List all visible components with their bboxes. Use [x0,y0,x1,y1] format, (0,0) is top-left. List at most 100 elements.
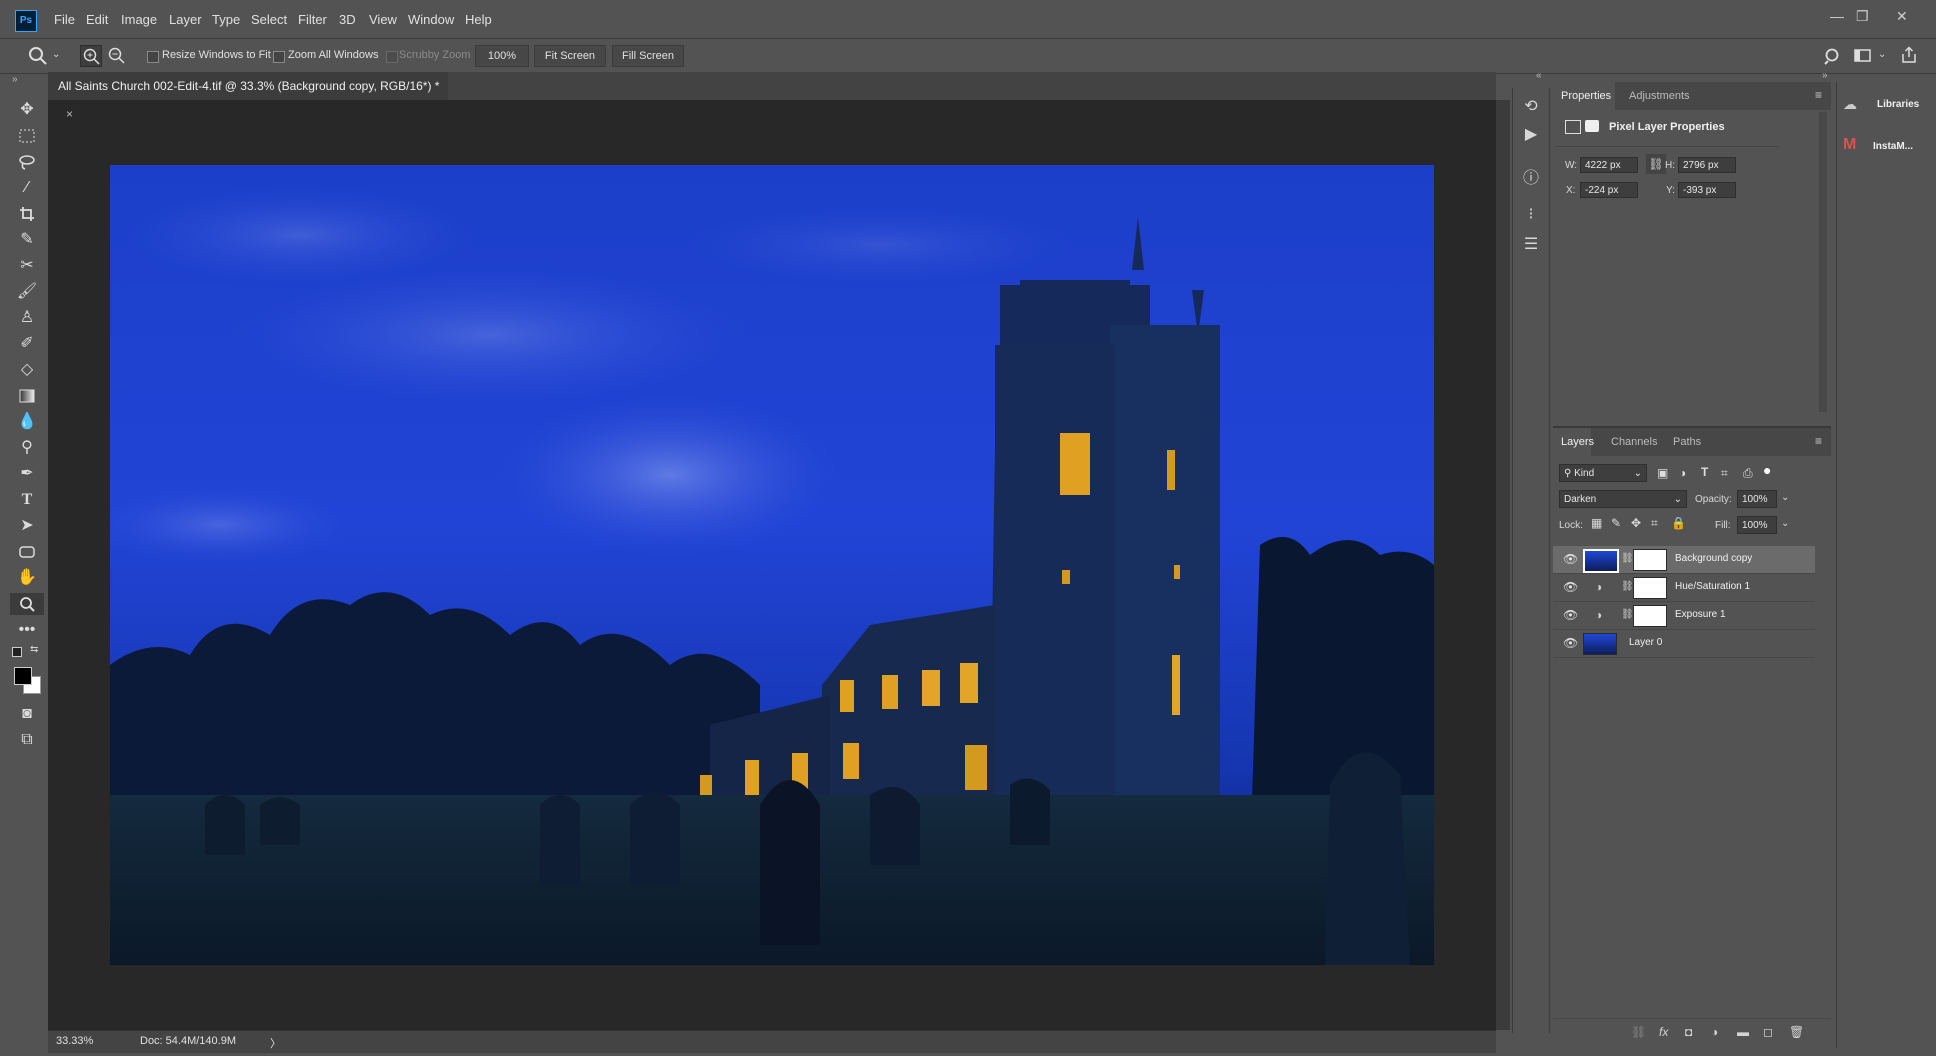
move-tool-icon[interactable]: ✥ [10,99,44,121]
menu-select[interactable]: Select [251,12,287,27]
history-brush-tool-icon[interactable]: ✐ [10,333,44,355]
fx-icon[interactable]: fx [1659,1025,1668,1039]
panel-menu-icon[interactable]: ≡ [1815,434,1822,448]
menu-3d[interactable]: 3D [339,12,356,27]
menu-help[interactable]: Help [465,12,492,27]
lock-position-icon[interactable]: ✥ [1631,516,1641,530]
width-field[interactable]: 4222 px [1580,157,1638,173]
filter-adjustment-icon[interactable]: ◑ [1679,466,1686,480]
healing-brush-tool-icon[interactable]: ✂ [10,255,44,277]
crop-tool-icon[interactable] [10,203,44,225]
layer-name[interactable]: Hue/Saturation 1 [1675,581,1750,592]
layer-name[interactable]: Exposure 1 [1675,609,1726,620]
marquee-tool-icon[interactable] [10,125,44,147]
filter-type-icon[interactable]: T [1701,465,1708,479]
close-tab-icon[interactable]: × [66,107,73,121]
delete-layer-icon[interactable]: 🗑 [1789,1025,1804,1039]
brush-settings-icon[interactable]: ⁝ [1519,204,1543,226]
resize-windows-checkbox[interactable] [147,51,159,63]
search-icon[interactable] [1824,47,1842,65]
chevron-down-icon[interactable]: ⌄ [1781,518,1789,529]
magic-wand-tool-icon[interactable]: ⁄ [10,177,44,199]
properties-scrollbar[interactable] [1819,112,1827,412]
collapse-panels-icon[interactable]: » [1822,70,1828,81]
link-icon[interactable]: ⛓ [1646,154,1666,174]
expand-panels-icon[interactable]: « [1536,70,1542,81]
panel-menu-icon[interactable]: ≡ [1815,88,1822,102]
restore-icon[interactable]: ❐ [1856,8,1869,25]
zoom-all-checkbox[interactable] [273,51,285,63]
swap-colors-icon[interactable]: ⇆ [30,644,38,655]
height-field[interactable]: 2796 px [1678,157,1736,173]
layer-mask-thumbnail[interactable] [1633,577,1667,599]
vertical-scrollbar[interactable] [1496,100,1510,1030]
link-icon[interactable]: ⛓ [1621,609,1634,620]
chevron-down-icon[interactable]: ⌄ [1878,49,1886,60]
mask-icon[interactable] [1585,120,1599,132]
share-icon[interactable] [1900,46,1918,64]
eraser-tool-icon[interactable]: ◇ [10,359,44,381]
dodge-tool-icon[interactable]: ⚲ [10,437,44,459]
tab-properties[interactable]: Properties [1561,90,1611,102]
lock-image-icon[interactable]: ✎ [1611,516,1621,530]
zoom-in-icon[interactable] [80,45,102,67]
document-canvas[interactable] [110,165,1434,965]
pen-tool-icon[interactable]: ✒ [10,463,44,485]
default-colors-icon[interactable] [12,647,22,657]
screen-mode-icon[interactable]: ⧉ [10,729,44,751]
menu-layer[interactable]: Layer [169,12,202,27]
opacity-field[interactable]: 100% [1737,490,1777,508]
minimize-icon[interactable]: — [1830,8,1844,24]
filter-smart-object-icon[interactable]: ⎙ [1743,466,1753,481]
lock-all-icon[interactable]: 🔒 [1671,516,1686,530]
document-tab[interactable]: All Saints Church 002-Edit-4.tif @ 33.3%… [48,72,448,121]
fill-field[interactable]: 100% [1737,516,1777,534]
close-icon[interactable]: ✕ [1896,8,1908,25]
x-field[interactable]: -224 px [1580,182,1638,198]
workspace-icon[interactable] [1854,47,1872,65]
menu-view[interactable]: View [369,12,397,27]
add-mask-icon[interactable]: ◘ [1685,1025,1692,1039]
actions-play-icon[interactable]: ▶ [1519,124,1543,146]
y-field[interactable]: -393 px [1678,182,1736,198]
hand-tool-icon[interactable]: ✋ [10,567,44,589]
blend-mode-select[interactable]: Darken ⌄ [1559,490,1687,508]
layer-name[interactable]: Background copy [1675,553,1752,564]
zoom-out-icon[interactable] [106,45,126,65]
visibility-eye-icon[interactable]: 👁 [1563,552,1578,566]
zoom-percent-field[interactable]: 100% [475,45,529,67]
new-adjustment-icon[interactable]: ◑ [1711,1025,1718,1039]
path-selection-tool-icon[interactable]: ➤ [10,515,44,537]
link-layers-icon[interactable]: ⛓ [1631,1025,1646,1039]
eyedropper-tool-icon[interactable]: ✎ [10,229,44,251]
layer-row-hue-saturation[interactable]: 👁 ◑ ⛓ Hue/Saturation 1 [1553,574,1815,602]
new-group-icon[interactable]: ▬ [1737,1025,1749,1039]
menu-filter[interactable]: Filter [298,12,327,27]
zoom-level-readout[interactable]: 33.33% [56,1035,93,1047]
new-layer-icon[interactable]: ◻ [1763,1025,1773,1039]
brush-tool-icon[interactable]: 🖌 [10,281,44,303]
filter-toggle-icon[interactable]: ● [1763,462,1771,478]
tab-adjustments[interactable]: Adjustments [1629,90,1690,102]
layer-row-exposure[interactable]: 👁 ◑ ⛓ Exposure 1 [1553,602,1815,630]
more-tools-icon[interactable]: ••• [10,619,44,641]
menu-file[interactable]: File [54,12,75,27]
layer-filter-select[interactable]: ⚲ Kind ⌄ [1559,464,1647,482]
menu-window[interactable]: Window [408,12,454,27]
type-tool-icon[interactable]: T [10,489,44,511]
chevron-down-icon[interactable]: ⌄ [52,49,60,60]
clone-stamp-tool-icon[interactable]: ♙ [10,307,44,329]
layer-name[interactable]: Layer 0 [1629,637,1662,648]
libraries-button[interactable]: ☁ Libraries [1843,96,1925,116]
visibility-eye-icon[interactable]: 👁 [1563,608,1578,622]
lasso-tool-icon[interactable] [10,151,44,173]
scrubby-zoom-checkbox[interactable] [386,51,398,63]
fill-screen-button[interactable]: Fill Screen [612,45,684,67]
link-icon[interactable]: ⛓ [1621,553,1634,564]
layer-row-background-copy[interactable]: 👁 ⛓ Background copy [1553,546,1815,574]
menu-image[interactable]: Image [121,12,157,27]
layer-row-layer-0[interactable]: 👁 Layer 0 [1553,630,1815,658]
layer-mask-thumbnail[interactable] [1633,549,1667,571]
lock-artboard-icon[interactable]: ⌗ [1651,516,1658,531]
fit-screen-button[interactable]: Fit Screen [534,45,606,67]
